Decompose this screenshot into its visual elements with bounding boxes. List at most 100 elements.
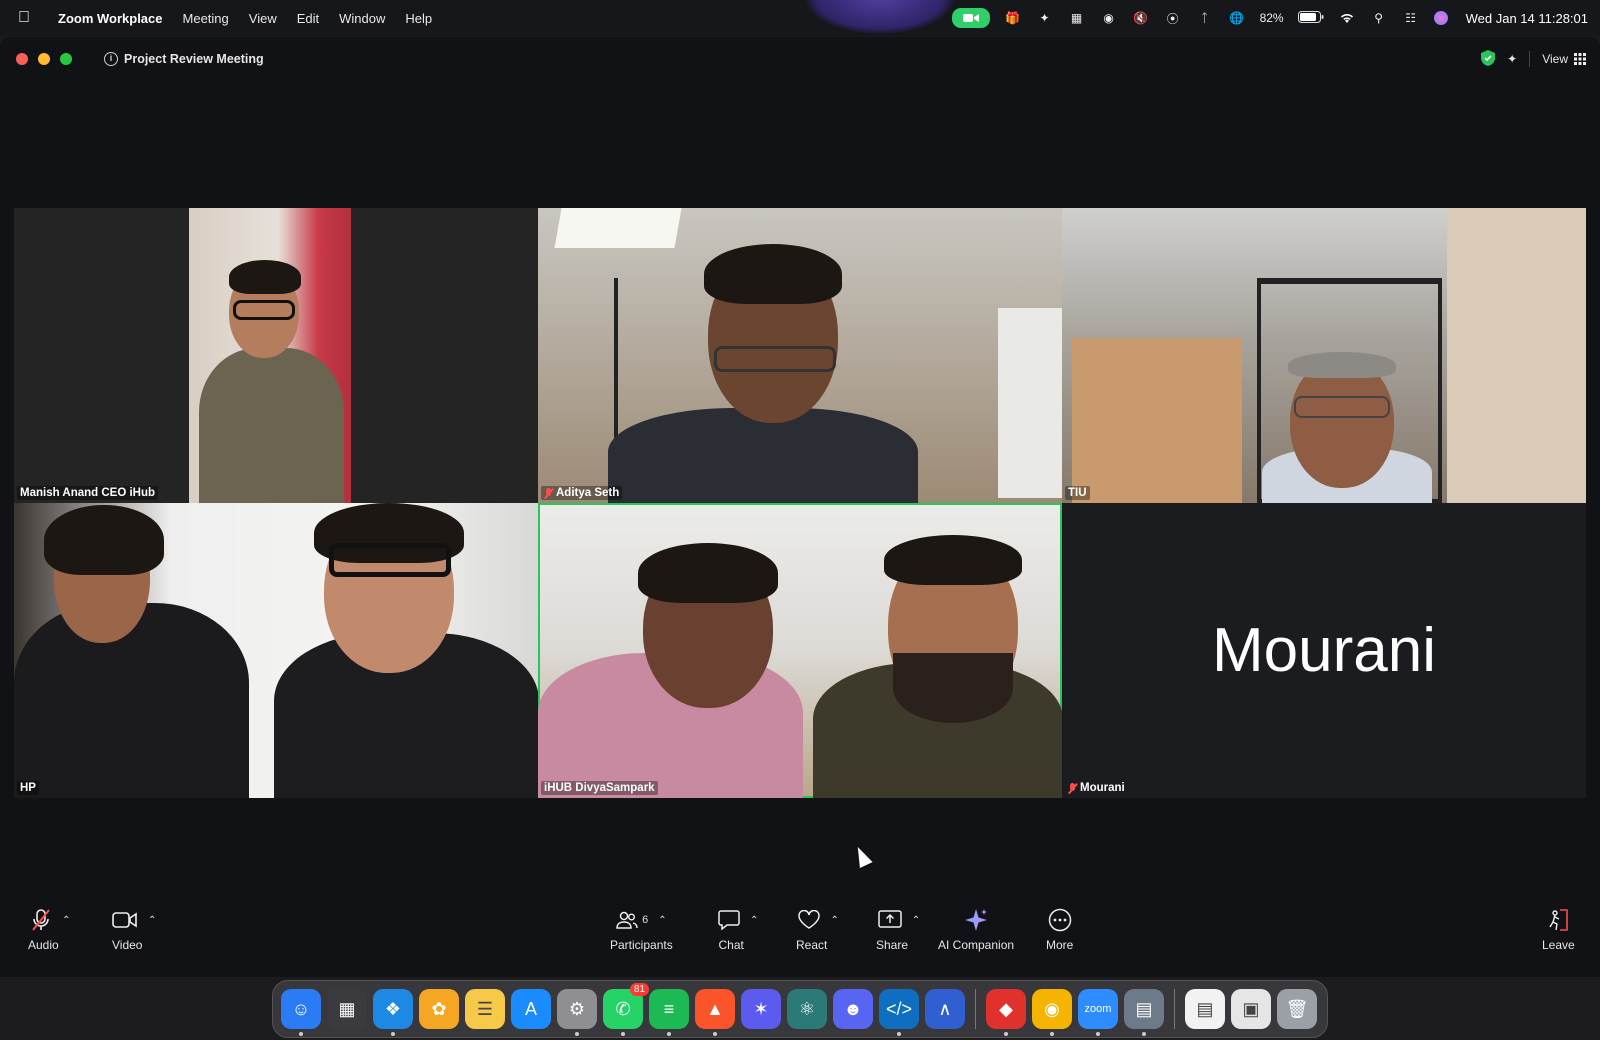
dock-app-safari-icon[interactable]: ❖ (373, 989, 413, 1036)
muted-microphone-icon (32, 909, 50, 931)
participants-options-caret[interactable]: ⌃ (658, 915, 666, 926)
dock-app-system-settings-icon[interactable]: ⚙ (557, 989, 597, 1036)
participant-name-label: TIU (1065, 486, 1090, 500)
divider (1529, 51, 1531, 67)
running-indicator (575, 1032, 579, 1036)
dock-app-chatgpt-icon[interactable]: ⚛ (787, 989, 827, 1029)
search-icon[interactable]: ⚲ (1370, 9, 1388, 27)
dock-app-brave-icon[interactable]: ▲ (695, 989, 735, 1036)
dock-app-chrome-icon[interactable]: ◉ (1032, 989, 1072, 1036)
apple-icon[interactable]:  (0, 9, 48, 27)
video-tile-mourani[interactable]: Mourani Mourani (1062, 503, 1586, 798)
bluetooth-icon[interactable]: ᛏ (1196, 9, 1214, 27)
meeting-info[interactable]: i Project Review Meeting (104, 52, 264, 66)
zoom-window-button[interactable] (60, 53, 72, 65)
close-window-button[interactable] (16, 53, 28, 65)
mute-icon[interactable]: 🔇 (1132, 9, 1150, 27)
battery-icon[interactable] (1297, 10, 1324, 26)
chat-label: Chat (718, 938, 744, 952)
react-button[interactable]: ⌃ React (796, 907, 841, 952)
audio-button[interactable]: ⌃ Audio (28, 907, 73, 952)
dock-app-document-icon[interactable]: ▤ (1185, 989, 1225, 1029)
dock-separator (975, 989, 976, 1029)
screen-record-icon[interactable]: ◉ (1100, 9, 1118, 27)
menu-meeting[interactable]: Meeting (173, 11, 239, 26)
dock-app-photos-icon[interactable]: ✿ (419, 989, 459, 1029)
minimize-window-button[interactable] (38, 53, 50, 65)
menu-bar:  Zoom Workplace Meeting View Edit Windo… (0, 0, 1600, 36)
dock-app-disk-utility-icon[interactable]: ▤ (1124, 989, 1164, 1036)
running-indicator (897, 1032, 901, 1036)
video-options-caret[interactable]: ⌃ (148, 915, 156, 926)
view-label: View (1542, 52, 1568, 66)
dock-app-image-file-icon[interactable]: ▣ (1231, 989, 1271, 1029)
menu-view[interactable]: View (239, 11, 287, 26)
video-button[interactable]: ⌃ Video (112, 907, 156, 952)
video-feed (1062, 208, 1586, 503)
dock-app-notes-icon[interactable]: ☰ (465, 989, 505, 1029)
dock-app-trash-icon[interactable]: 🗑 (1277, 989, 1317, 1029)
vpn-icon[interactable]: 🌐 (1228, 9, 1246, 27)
more-label: More (1046, 938, 1074, 952)
menu-app-name[interactable]: Zoom Workplace (48, 11, 173, 26)
dock-app-zoom-icon[interactable]: zoom (1078, 989, 1118, 1036)
video-tile-tiu[interactable]: TIU (1062, 208, 1586, 503)
running-indicator (1004, 1032, 1008, 1036)
leave-button[interactable]: Leave (1542, 907, 1575, 952)
heart-icon (798, 910, 821, 929)
audio-label: Audio (28, 938, 59, 952)
participant-display-name: Mourani (1212, 616, 1436, 685)
view-button[interactable]: View (1542, 52, 1586, 66)
title-bar: i Project Review Meeting ✦ View (0, 37, 1600, 81)
chat-options-caret[interactable]: ⌃ (750, 915, 758, 926)
airdrop-icon[interactable]: ⦿ (1164, 9, 1182, 27)
dock-app-anydesk-icon[interactable]: ◆ (986, 989, 1026, 1036)
menu-window[interactable]: Window (329, 11, 395, 26)
battery-percent: 82% (1259, 11, 1284, 25)
dock-app-arc-icon[interactable]: ∧ (925, 989, 965, 1029)
menu-edit[interactable]: Edit (287, 11, 329, 26)
participants-button[interactable]: 6 ⌃ Participants (610, 907, 673, 952)
info-icon: i (104, 52, 118, 66)
dock-app-discord-icon[interactable]: ☻ (833, 989, 873, 1029)
ai-companion-button[interactable]: AI Companion (938, 907, 1014, 952)
more-button[interactable]: More (1046, 907, 1073, 952)
dock-app-app-store-icon[interactable]: A (511, 989, 551, 1029)
react-label: React (796, 938, 828, 952)
security-shield-icon[interactable] (1481, 49, 1496, 69)
participant-name-label: Aditya Seth (541, 486, 623, 500)
video-feed (538, 503, 1062, 798)
more-dots-icon (1048, 908, 1071, 932)
gift-icon[interactable]: 🎁 (1004, 9, 1022, 27)
video-tile-ihub-divyasampark[interactable]: iHUB DivyaSampark (538, 503, 1062, 798)
meeting-controls: ⌃ Audio ⌃ Video 6 ⌃ Participants ⌃ Chat … (0, 893, 1600, 977)
leave-door-icon (1549, 909, 1569, 931)
ai-sparkle-icon[interactable]: ✦ (1507, 52, 1517, 66)
ai-companion-sparkle-icon (965, 909, 988, 931)
grid-icon (1574, 53, 1586, 65)
menu-clock[interactable]: Wed Jan 14 11:28:01 (1466, 11, 1588, 26)
share-options-caret[interactable]: ⌃ (912, 915, 920, 926)
dock-app-finder-icon[interactable]: ☺ (281, 989, 321, 1036)
chat-button[interactable]: ⌃ Chat (718, 907, 758, 952)
video-tile-manish[interactable]: Manish Anand CEO iHub (14, 208, 538, 503)
control-center-icon[interactable]: ☷ (1402, 9, 1420, 27)
siri-icon[interactable] (1433, 11, 1448, 25)
participant-name-label: HP (17, 781, 39, 795)
zoom-camera-icon[interactable] (951, 8, 990, 28)
dock-app-whatsapp-icon[interactable]: ✆ 81 (603, 983, 649, 1036)
audio-options-caret[interactable]: ⌃ (62, 915, 70, 926)
running-indicator (1050, 1032, 1054, 1036)
share-button[interactable]: ⌃ Share (876, 907, 922, 952)
dock-app-spotify-icon[interactable]: ≡ (649, 989, 689, 1036)
split-view-icon[interactable]: ▦ (1068, 9, 1086, 27)
video-tile-hp[interactable]: HP (14, 503, 538, 798)
menu-help[interactable]: Help (395, 11, 442, 26)
video-tile-aditya[interactable]: Aditya Seth (538, 208, 1062, 503)
dock-app-launchpad-icon[interactable]: ▦ (327, 989, 367, 1029)
react-options-caret[interactable]: ⌃ (830, 915, 838, 926)
dock-app-perplexity-icon[interactable]: ✶ (741, 989, 781, 1029)
wifi-icon[interactable] (1338, 9, 1356, 27)
sparkle-icon[interactable]: ✦ (1036, 9, 1054, 27)
dock-app-vscode-icon[interactable]: </> (879, 989, 919, 1036)
